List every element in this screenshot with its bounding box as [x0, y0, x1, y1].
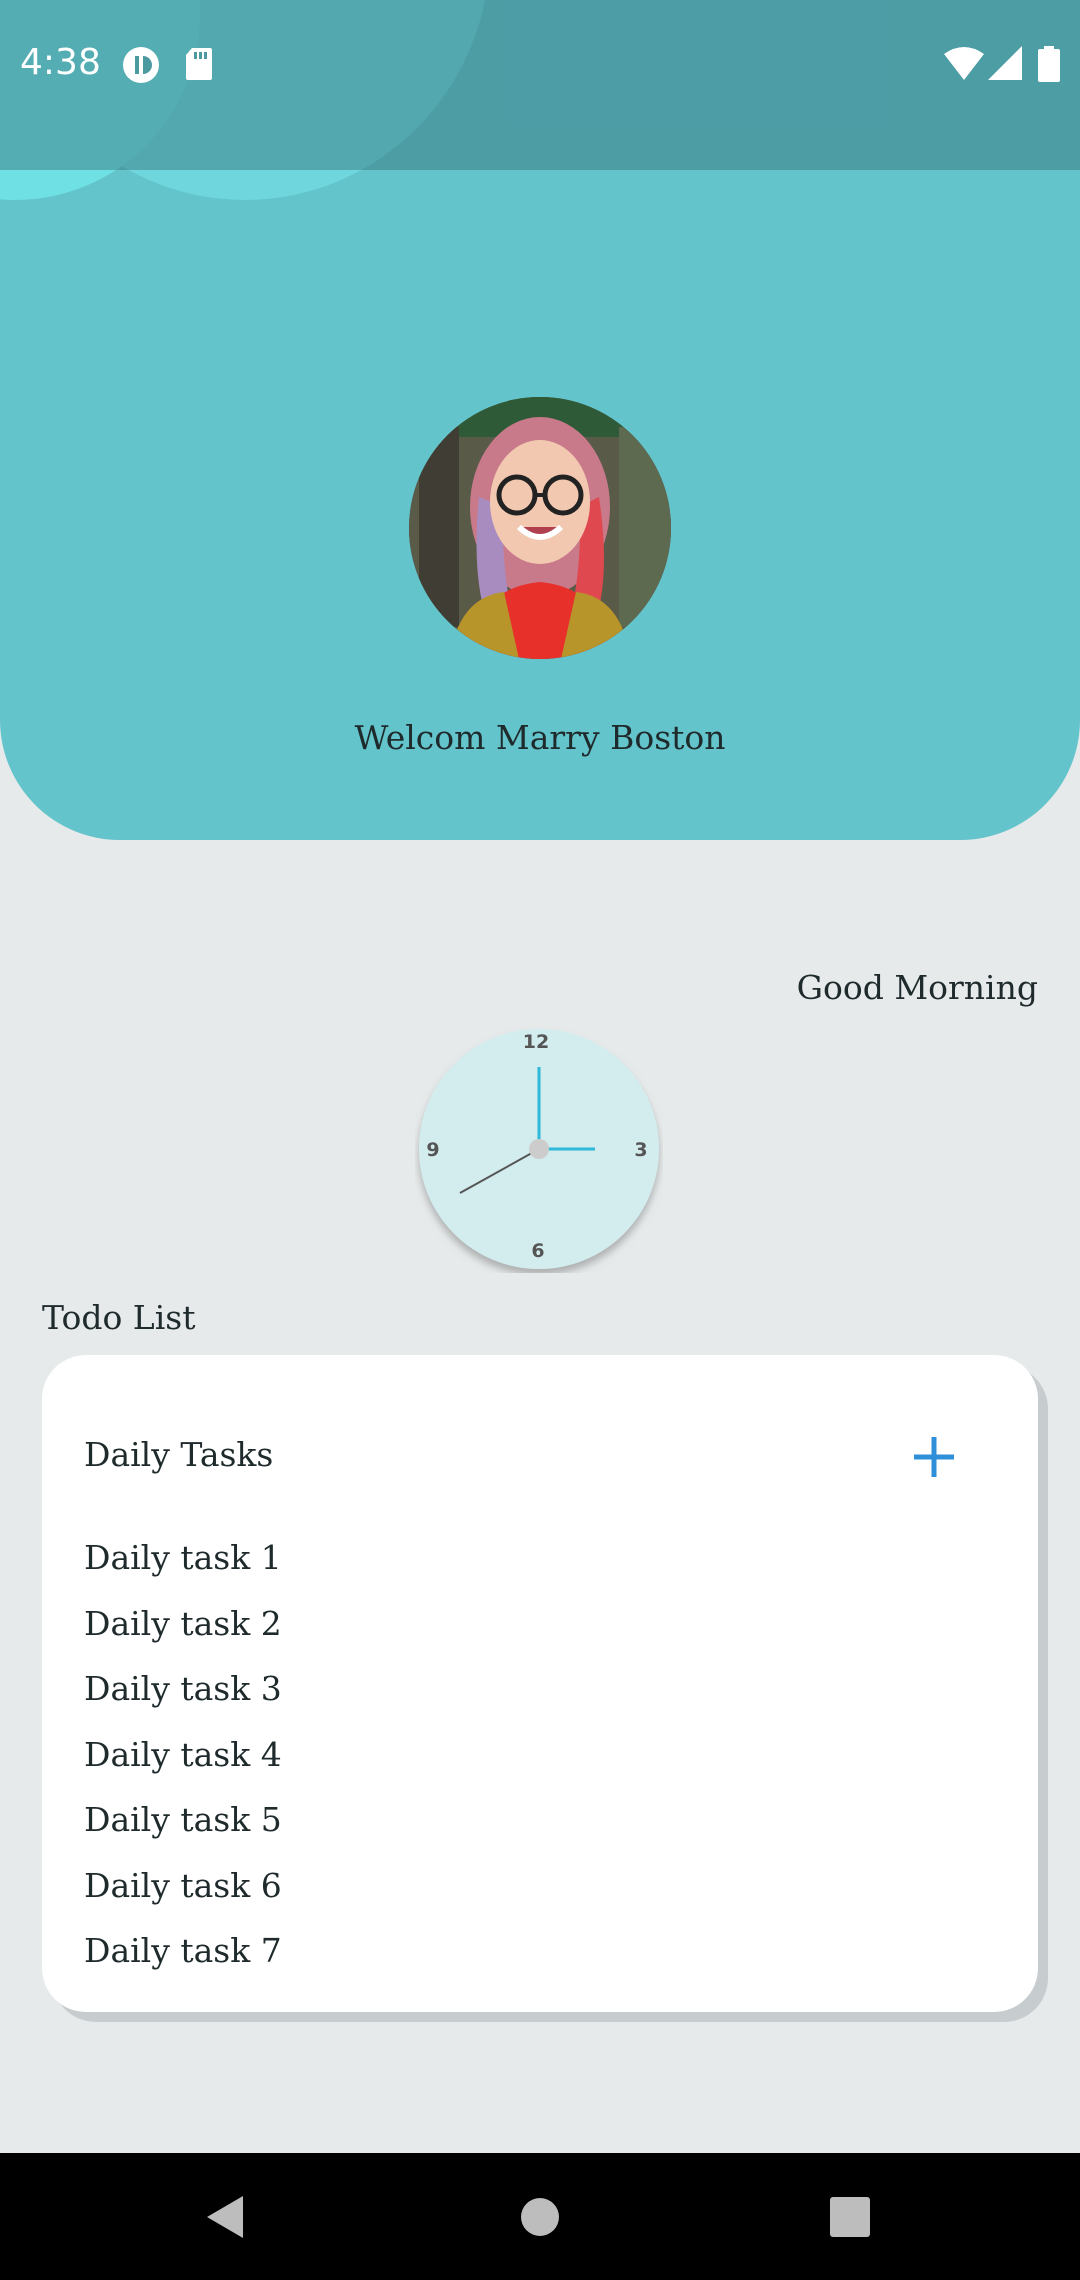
clock-numeral-12: 12	[523, 1031, 549, 1053]
list-item[interactable]: Daily task 3	[84, 1656, 282, 1722]
profile-photo	[409, 397, 671, 659]
back-icon[interactable]	[205, 2196, 245, 2238]
navigation-bar	[0, 2153, 1080, 2280]
list-item[interactable]: Daily task 1	[84, 1525, 282, 1591]
avatar[interactable]	[409, 397, 671, 659]
todo-section-title: Todo List	[42, 1298, 196, 1337]
recents-icon[interactable]	[830, 2197, 870, 2237]
status-bar: 4:38	[0, 0, 1080, 170]
status-time: 4:38	[20, 42, 101, 83]
card-title: Daily Tasks	[84, 1435, 274, 1474]
list-item[interactable]: Daily task 7	[84, 1918, 282, 1984]
list-item[interactable]: Daily task 5	[84, 1787, 282, 1853]
home-icon[interactable]	[520, 2197, 560, 2237]
signal-icon	[988, 46, 1022, 80]
list-item[interactable]: Daily task 4	[84, 1722, 282, 1788]
clock-numeral-6: 6	[531, 1240, 544, 1262]
list-item[interactable]: Daily task 6	[84, 1853, 282, 1919]
wifi-icon	[944, 47, 984, 80]
battery-icon	[1038, 46, 1060, 82]
lyric-app-icon	[123, 47, 159, 83]
analog-clock: 12 3 6 9	[415, 1025, 663, 1273]
task-list: Daily task 1 Daily task 2 Daily task 3 D…	[84, 1525, 282, 1984]
daily-tasks-card: Daily Tasks Daily task 1 Daily task 2 Da…	[42, 1355, 1038, 2012]
clock-center	[529, 1139, 549, 1159]
greeting-text: Good Morning	[796, 968, 1038, 1007]
list-item[interactable]: Daily task 2	[84, 1591, 282, 1657]
welcome-text: Welcom Marry Boston	[354, 718, 726, 757]
clock-numeral-9: 9	[426, 1139, 439, 1161]
clock-numeral-3: 3	[634, 1139, 647, 1161]
sd-card-icon	[186, 48, 212, 80]
plus-icon[interactable]	[902, 1425, 966, 1489]
